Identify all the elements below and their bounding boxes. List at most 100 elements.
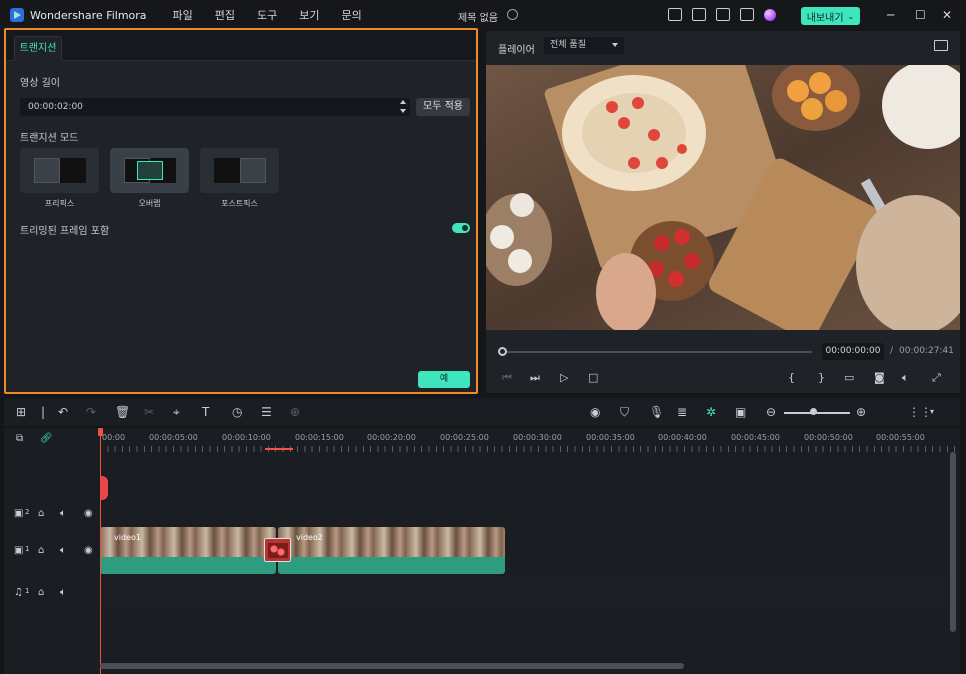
horizontal-scrollbar[interactable] (100, 663, 684, 669)
toolbar-divider: | (41, 405, 46, 419)
track-number: 1 (25, 587, 30, 595)
fullscreen-icon[interactable]: ⤢ (932, 371, 941, 385)
include-trimmed-toggle[interactable] (452, 223, 470, 233)
maximize-icon[interactable]: ☐ (915, 8, 926, 22)
mode-overlap-option[interactable] (110, 148, 189, 193)
overlap-diagram-overlay (137, 161, 163, 180)
video-track-2-lane[interactable] (100, 488, 948, 524)
lock-icon[interactable]: ⌂ (38, 545, 44, 556)
track-number: 1 (25, 545, 30, 553)
save-icon[interactable] (692, 8, 706, 21)
menu-help[interactable]: 문의 (342, 7, 362, 23)
zoom-slider[interactable] (784, 412, 850, 414)
redo-icon[interactable]: ↷ (86, 405, 96, 419)
app-name: Wondershare Filmora (30, 8, 147, 22)
volume-icon[interactable]: 🔈︎ (902, 371, 909, 385)
tab-transition[interactable]: 트랜지션 (14, 36, 62, 61)
ruler-label: 00:00:35:00 (586, 433, 635, 442)
playhead-handle[interactable] (98, 428, 103, 436)
render-icon[interactable]: ◉ (590, 405, 600, 419)
cut-icon[interactable]: ✂ (144, 405, 154, 419)
snap-icon[interactable]: ✲ (706, 405, 716, 419)
work-area-marker[interactable] (265, 448, 293, 450)
adjust-icon[interactable]: ☰ (261, 405, 272, 419)
clip-thumbnails (278, 527, 505, 557)
play-icon[interactable]: ▷ (560, 371, 568, 384)
transition-block[interactable] (264, 538, 291, 562)
eye-icon[interactable]: ◉ (84, 508, 93, 519)
lock-icon[interactable]: ⌂ (38, 587, 44, 598)
quality-select[interactable]: 전체 품질 (544, 37, 624, 54)
menu-view[interactable]: 보기 (299, 7, 319, 23)
zoom-slider-knob[interactable] (810, 408, 817, 415)
mute-icon[interactable]: 🔈︎ (60, 587, 66, 598)
postfix-diagram-icon (214, 158, 240, 183)
step-forward-icon[interactable]: ⏭ (530, 371, 540, 385)
grid-icon[interactable] (740, 8, 754, 21)
link-icon[interactable]: 🔗︎ (40, 433, 53, 444)
mute-icon[interactable]: 🔈︎ (60, 508, 66, 519)
duration-stepper-icon[interactable] (400, 100, 406, 114)
snapshot-settings-icon[interactable] (934, 40, 948, 51)
playhead[interactable] (100, 428, 101, 674)
eye-icon[interactable]: ◉ (84, 545, 93, 556)
menu-file[interactable]: 파일 (173, 7, 193, 23)
apply-all-button[interactable]: 모두 적용 (416, 98, 470, 116)
layout-grid-icon[interactable]: ⊞ (16, 405, 26, 419)
mark-out-icon[interactable]: } (818, 371, 825, 384)
menu-tools[interactable]: 도구 (257, 7, 277, 23)
ruler-label: 00:00:30:00 (513, 433, 562, 442)
lock-icon[interactable]: ⌂ (38, 508, 44, 519)
mode-prefix-option[interactable] (20, 148, 99, 193)
text-icon[interactable]: T (202, 405, 209, 419)
duration-input[interactable]: 00:00:02:00 (20, 98, 410, 116)
ruler-label: 00:00:25:00 (440, 433, 489, 442)
zoom-out-icon[interactable]: ⊖ (766, 405, 776, 419)
cloud-icon[interactable] (716, 8, 730, 21)
video-preview[interactable] (486, 65, 960, 330)
ruler-label: 00:00 (102, 433, 126, 442)
video-clip[interactable]: video2 (278, 527, 505, 574)
avatar[interactable] (764, 9, 776, 21)
display-icon[interactable]: ▭ (844, 371, 854, 384)
chevron-down-icon[interactable]: ▾ (930, 407, 934, 416)
audio-track-1-lane[interactable] (100, 577, 948, 607)
stop-icon[interactable]: □ (588, 371, 598, 384)
playback-progress-track[interactable] (502, 351, 812, 353)
crop-icon[interactable]: ⌖ (173, 405, 180, 420)
playback-progress-knob[interactable] (498, 347, 507, 356)
mark-in-icon[interactable]: { (788, 371, 795, 384)
previous-frame-icon[interactable]: ⏮ (502, 371, 512, 385)
voiceover-list-icon[interactable]: ≣ (677, 405, 687, 419)
minimize-icon[interactable]: ─ (887, 8, 894, 22)
track-layout-icon[interactable]: ⋮⋮ (908, 405, 932, 419)
playhead-marker[interactable] (100, 476, 108, 500)
delete-icon[interactable]: 🗑︎ (115, 405, 130, 419)
zoom-in-icon[interactable]: ⊕ (856, 405, 866, 419)
document-title: 제목 없음 (458, 13, 498, 24)
export-button[interactable]: 내보내기 ⌄ (801, 7, 860, 25)
total-time: 00:00:27:41 (899, 346, 954, 356)
transition-panel: 트랜지션 영상 길이 00:00:02:00 모두 적용 트랜지션 모드 프리픽… (4, 28, 478, 394)
layout-icon[interactable] (668, 8, 682, 21)
video-track-icon: ▣ (14, 508, 24, 519)
marker-icon[interactable]: ⛉ (620, 405, 629, 420)
menu-edit[interactable]: 편집 (215, 7, 235, 23)
video-clip[interactable]: video1 (100, 527, 276, 574)
ruler-ticks (100, 446, 960, 452)
ok-button[interactable]: 예 (418, 371, 470, 388)
microphone-icon[interactable]: 🎙︎ (649, 405, 664, 419)
mute-icon[interactable]: 🔈︎ (60, 545, 66, 556)
vertical-scrollbar[interactable] (950, 452, 956, 632)
camera-icon[interactable]: ◙ (874, 371, 885, 384)
close-icon[interactable]: ✕ (942, 8, 952, 22)
undo-icon[interactable]: ↶ (58, 405, 68, 419)
timer-icon[interactable]: ◷ (232, 405, 242, 419)
time-ruler[interactable]: 00:00 00:00:05:00 00:00:10:00 00:00:15:0… (100, 428, 960, 452)
time-separator: / (890, 346, 894, 356)
mode-postfix-option[interactable] (200, 148, 279, 193)
captions-icon[interactable]: ▣ (735, 405, 746, 419)
ruler-label: 00:00:40:00 (658, 433, 707, 442)
add-track-icon[interactable]: ⧉ (16, 433, 23, 444)
effects-icon[interactable]: ⊕ (290, 405, 300, 419)
